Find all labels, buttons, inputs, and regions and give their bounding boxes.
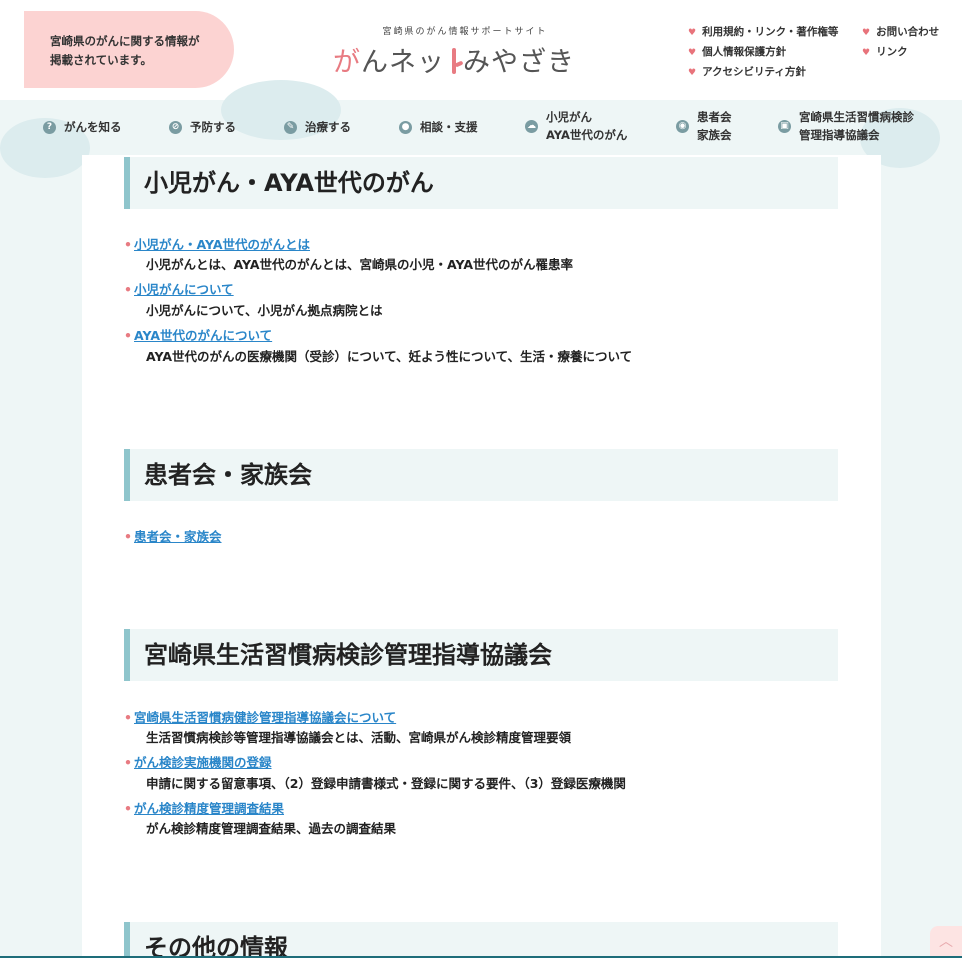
- section-title: その他の情報: [124, 922, 838, 958]
- section-link[interactable]: • 小児がん・AYA世代のがんとは: [124, 234, 310, 253]
- nav-label: 患者会: [697, 110, 732, 124]
- bullet-icon: •: [124, 755, 132, 770]
- site-logo[interactable]: がんネッ みやざき: [333, 40, 575, 79]
- nav-item-council[interactable]: ▣ 宮崎県生活習慣病検診 管理指導協議会: [778, 108, 914, 144]
- cloud-icon: ☁: [525, 119, 538, 133]
- heart-icon: ♥: [862, 28, 871, 38]
- nav-item-know[interactable]: ? がんを知る: [43, 118, 122, 136]
- link-description: 申請に関する留意事項、（2）登録申請書様式・登録に関する要件、（3）登録医療機関: [146, 776, 626, 791]
- logo-text-2: んネッ: [361, 47, 445, 78]
- nav-label: AYA世代のがん: [546, 128, 628, 142]
- bullet-icon: •: [124, 328, 132, 343]
- nav-label: 相談・支援: [420, 120, 478, 134]
- person-icon: ●: [399, 120, 412, 134]
- section-link[interactable]: • がん検診精度管理調査結果: [124, 798, 284, 817]
- heart-icon: ♥: [688, 68, 697, 78]
- link-description: 小児がんについて、小児がん拠点病院とは: [146, 303, 383, 318]
- bullet-icon: •: [124, 282, 132, 297]
- section-title: 患者会・家族会: [124, 449, 838, 501]
- ribbon-icon: [446, 48, 462, 74]
- circle-icon: ◉: [676, 119, 689, 133]
- link-description: AYA世代のがんの医療機関（受診）について、妊よう性について、生活・療養について: [146, 349, 633, 364]
- util-link-label: アクセシビリティ方針: [702, 66, 806, 78]
- nav-item-prevent[interactable]: ⊘ 予防する: [169, 118, 236, 136]
- util-link-label: リンク: [876, 46, 908, 58]
- section-title: 宮崎県生活習慣病検診管理指導協議会: [124, 629, 838, 681]
- util-link-terms[interactable]: ♥ 利用規約・リンク・著作権等: [688, 24, 838, 39]
- nav-label: がんを知る: [64, 120, 122, 134]
- nav-label: 家族会: [697, 128, 732, 142]
- util-link-accessibility[interactable]: ♥ アクセシビリティ方針: [688, 64, 806, 79]
- content-panel: [82, 155, 881, 958]
- link-description: 小児がんとは、AYA世代のがんとは、宮崎県の小児・AYA世代のがん罹患率: [146, 257, 574, 272]
- link-label: AYA世代のがんについて: [134, 328, 273, 343]
- util-link-contact[interactable]: ♥ お問い合わせ: [862, 24, 939, 39]
- link-description: がん検診精度管理調査結果、過去の調査結果: [146, 821, 397, 836]
- link-label: 小児がん・AYA世代のがんとは: [134, 237, 311, 252]
- heart-icon: ♥: [688, 48, 697, 58]
- nav-label: 小児がん: [546, 110, 592, 124]
- site-notice: 宮崎県のがんに関する情報が 掲載されています。: [24, 11, 234, 88]
- heart-icon: ♥: [688, 28, 697, 38]
- link-label: 宮崎県生活習慣病健診管理指導協議会について: [134, 710, 397, 725]
- pencil-icon: ✎: [284, 120, 297, 134]
- box-icon: ▣: [778, 119, 791, 133]
- nav-item-patient-groups[interactable]: ◉ 患者会 家族会: [676, 108, 732, 144]
- link-description: 生活習慣病検診等管理指導協議会とは、活動、宮崎県がん検診精度管理要領: [146, 730, 572, 745]
- bullet-icon: •: [124, 237, 132, 252]
- util-link-privacy[interactable]: ♥ 個人情報保護方針: [688, 44, 786, 59]
- bullet-icon: •: [124, 710, 132, 725]
- shield-icon: ⊘: [169, 120, 182, 134]
- link-label: がん検診実施機関の登録: [134, 755, 272, 770]
- link-label: 患者会・家族会: [134, 529, 222, 544]
- heart-icon: ♥: [862, 48, 871, 58]
- site-subtitle: 宮崎県のがん情報サポートサイト: [382, 27, 548, 37]
- bullet-icon: •: [124, 529, 132, 544]
- util-link-label: 個人情報保護方針: [702, 46, 787, 58]
- link-label: がん検診精度管理調査結果: [134, 801, 285, 816]
- section-link[interactable]: • 患者会・家族会: [124, 526, 222, 545]
- util-link-links[interactable]: ♥ リンク: [862, 44, 908, 59]
- link-label: 小児がんについて: [134, 282, 234, 297]
- notice-line1: 宮崎県のがんに関する情報が: [50, 34, 200, 48]
- nav-item-consult[interactable]: ● 相談・支援: [399, 118, 478, 136]
- nav-label: 治療する: [305, 120, 351, 134]
- nav-item-treat[interactable]: ✎ 治療する: [284, 118, 351, 136]
- chevron-up-icon: ︿: [939, 934, 953, 950]
- nav-label: 宮崎県生活習慣病検診: [799, 110, 914, 124]
- section-link[interactable]: • 宮崎県生活習慣病健診管理指導協議会について: [124, 707, 396, 726]
- section-link[interactable]: • がん検診実施機関の登録: [124, 752, 272, 771]
- question-icon: ?: [43, 120, 56, 134]
- bullet-icon: •: [124, 801, 132, 816]
- back-to-top-button[interactable]: ︿: [930, 926, 962, 958]
- util-link-label: 利用規約・リンク・著作権等: [702, 26, 839, 38]
- nav-item-child-aya[interactable]: ☁ 小児がん AYA世代のがん: [525, 108, 627, 144]
- section-title: 小児がん・AYA世代のがん: [124, 157, 838, 209]
- nav-label: 管理指導協議会: [799, 128, 880, 142]
- notice-line2: 掲載されています。: [50, 53, 153, 67]
- section-link[interactable]: • AYA世代のがんについて: [124, 325, 272, 344]
- section-link[interactable]: • 小児がんについて: [124, 279, 234, 298]
- logo-text-1: が: [333, 47, 361, 78]
- util-link-label: お問い合わせ: [876, 26, 940, 38]
- logo-text-3: みやざき: [463, 47, 575, 78]
- nav-label: 予防する: [190, 120, 236, 134]
